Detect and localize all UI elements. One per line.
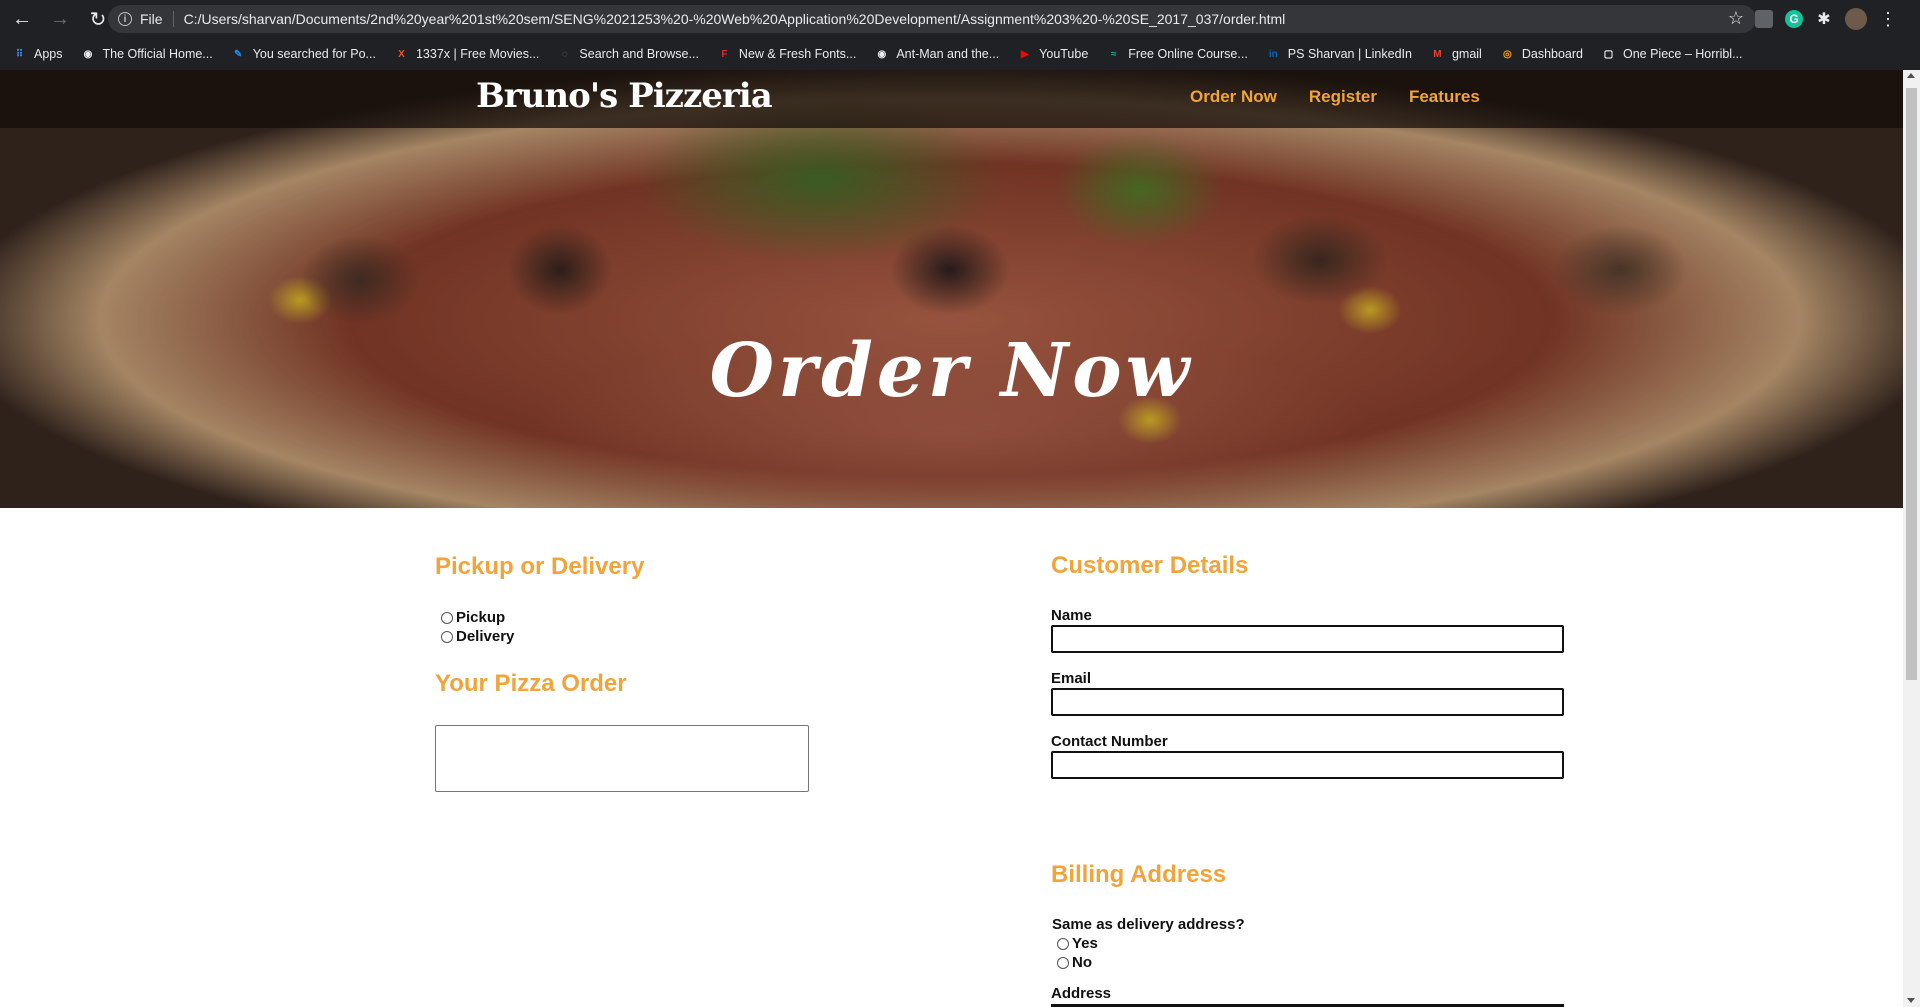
bookmark-item[interactable]: X 1337x | Free Movies... [394,47,539,62]
bookmark-item[interactable]: ≈ Free Online Course... [1106,47,1248,62]
pickup-radio[interactable] [441,611,453,624]
name-input[interactable] [1051,625,1564,653]
info-icon[interactable]: i [118,12,132,26]
course-icon: ≈ [1111,48,1117,60]
bookmark-star-icon[interactable]: ☆ [1728,8,1744,29]
bookmark-label: YouTube [1039,47,1089,61]
email-label: Email [1051,670,1092,687]
bookmark-item[interactable]: ◉ Ant-Man and the... [874,47,999,62]
pizza-order-heading: Your Pizza Order [435,670,627,697]
bookmark-label: PS Sharvan | LinkedIn [1287,47,1412,61]
address-bar[interactable]: i File C:/Users/sharvan/Documents/2nd%20… [108,5,1756,33]
bookmark-label: The Official Home... [102,47,213,61]
bookmark-label: Free Online Course... [1128,47,1248,61]
browser-menu-icon[interactable]: ⋮ [1879,9,1897,29]
bookmark-label: Dashboard [1521,47,1583,61]
pickup-label: Pickup [456,609,506,626]
bookmark-label: Ant-Man and the... [896,47,1000,61]
bookmark-item[interactable]: ✎ You searched for Po... [231,47,376,62]
billing-no-label: No [1072,954,1092,971]
hero-overlay [0,70,1903,508]
bookmark-label: Apps [34,47,63,61]
address-bar-row: ← → ↻ i File C:/Users/sharvan/Documents/… [0,0,1920,38]
swirl-icon: ◌ [561,48,568,60]
billing-yes-radio[interactable] [1057,937,1069,950]
linkedin-icon: in [1268,48,1278,60]
pickup-delivery-heading: Pickup or Delivery [435,553,645,580]
page-icon: ▢ [1603,48,1614,60]
nav-order-now[interactable]: Order Now [1190,87,1277,107]
billing-yes-label: Yes [1072,935,1098,952]
page-scrollbar[interactable] [1903,70,1920,1007]
scroll-up-arrow-icon[interactable] [1907,73,1915,78]
billing-yes-option[interactable]: Yes [1057,935,1098,952]
bookmark-label: Search and Browse... [579,47,699,61]
billing-no-option[interactable]: No [1057,954,1092,971]
hero-title: Order Now [709,328,1194,414]
site-navbar: Bruno's Pizzeria Order Now Register Feat… [0,70,1903,128]
name-label: Name [1051,607,1092,624]
pen-icon: ✎ [234,48,243,60]
file-scheme-label: File [140,11,163,27]
youtube-icon: ▶ [1020,48,1029,60]
same-address-question: Same as delivery address? [1052,916,1245,933]
scroll-down-arrow-icon[interactable] [1907,998,1915,1003]
billing-address-heading: Billing Address [1051,861,1227,888]
gmail-icon: M [1433,48,1442,60]
address-label: Address [1051,985,1112,1002]
extensions-area: G ✱ ⋮ [1755,5,1897,33]
brand-logo[interactable]: Bruno's Pizzeria [476,76,773,116]
delivery-radio[interactable] [441,630,453,643]
dashboard-icon: ◎ [1502,48,1512,60]
url-text[interactable]: C:/Users/sharvan/Documents/2nd%20year%20… [184,11,1286,27]
apps-grid-icon: ⠿ [15,48,24,60]
billing-no-radio[interactable] [1057,956,1069,969]
forward-arrow-icon[interactable]: → [44,3,76,35]
globe-icon: ◉ [83,48,93,60]
bookmark-item[interactable]: in PS Sharvan | LinkedIn [1266,47,1412,62]
hero-banner: Bruno's Pizzeria Order Now Register Feat… [0,70,1903,508]
pizza-order-textarea[interactable] [435,725,809,792]
delivery-option[interactable]: Delivery [441,628,514,645]
bookmark-label: 1337x | Free Movies... [415,47,540,61]
extension-icon[interactable] [1755,10,1773,28]
bookmark-label: New & Fresh Fonts... [738,47,857,61]
bookmark-item[interactable]: F New & Fresh Fonts... [717,47,856,62]
contact-number-input[interactable] [1051,751,1564,779]
profile-avatar[interactable] [1845,8,1867,30]
bookmark-label: One Piece – Horribl... [1623,47,1743,61]
bookmark-item[interactable]: ◎ Dashboard [1500,47,1583,62]
bookmark-item[interactable]: ◌ Search and Browse... [557,47,699,62]
customer-details-heading: Customer Details [1051,552,1249,579]
x-logo-icon: X [398,48,405,60]
grammarly-icon[interactable]: G [1785,10,1803,28]
back-arrow-icon[interactable]: ← [6,3,38,35]
scroll-thumb[interactable] [1906,88,1917,680]
omnibox-divider [172,11,174,27]
browser-chrome: ← → ↻ i File C:/Users/sharvan/Documents/… [0,0,1920,70]
email-input[interactable] [1051,688,1564,716]
extensions-puzzle-icon[interactable]: ✱ [1815,10,1833,28]
globe-icon: ◉ [877,48,887,60]
bookmark-item[interactable]: ⠿ Apps [12,47,63,62]
page-content: Bruno's Pizzeria Order Now Register Feat… [0,70,1903,1007]
f-logo-icon: F [721,48,728,60]
bookmark-item[interactable]: ▢ One Piece – Horribl... [1601,47,1743,62]
bookmark-item[interactable]: Mgmail [1430,47,1482,62]
delivery-label: Delivery [456,628,515,645]
bookmark-item[interactable]: ◉ The Official Home... [81,47,213,62]
pickup-option[interactable]: Pickup [441,609,505,626]
bookmark-item[interactable]: ▶ YouTube [1017,47,1088,62]
nav-features[interactable]: Features [1409,87,1480,107]
bookmark-label: gmail [1451,47,1482,61]
nav-links: Order Now Register Features [1190,87,1480,107]
bookmarks-bar: ⠿ Apps ◉ The Official Home... ✎ You searched … [0,38,1920,70]
bookmark-label: You searched for Po... [252,47,376,61]
nav-register[interactable]: Register [1309,87,1377,107]
contact-number-label: Contact Number [1051,733,1168,750]
